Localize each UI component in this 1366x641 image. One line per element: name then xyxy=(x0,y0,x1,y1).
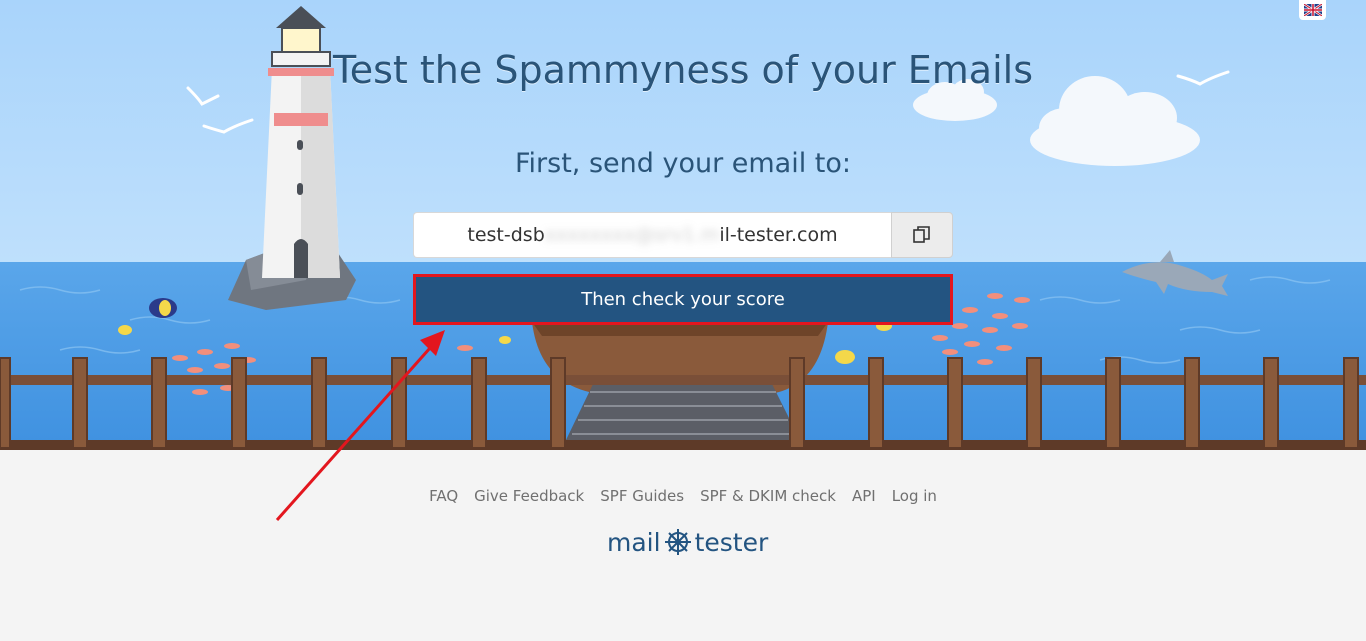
footer-nav: FAQ Give Feedback SPF Guides SPF & DKIM … xyxy=(0,487,1366,505)
email-suffix: il-tester.com xyxy=(719,224,838,246)
footer-link-feedback[interactable]: Give Feedback xyxy=(474,487,584,505)
copy-button[interactable] xyxy=(891,212,953,258)
email-redacted: xxxxxxxx@srv1.m xyxy=(544,224,720,246)
footer-link-spf-guides[interactable]: SPF Guides xyxy=(600,487,684,505)
copy-icon xyxy=(913,226,930,243)
email-prefix: test-dsb xyxy=(467,224,545,246)
footer-link-login[interactable]: Log in xyxy=(892,487,937,505)
check-score-button[interactable]: Then check your score xyxy=(413,274,953,325)
footer-link-spf-dkim[interactable]: SPF & DKIM check xyxy=(700,487,836,505)
page-title: Test the Spammyness of your Emails xyxy=(333,48,1033,92)
footer-link-faq[interactable]: FAQ xyxy=(429,487,458,505)
test-email-address[interactable]: test-dsb xxxxxxxx@srv1.m il-tester.com xyxy=(413,212,891,258)
logo-text-right: tester xyxy=(694,527,769,557)
mail-tester-logo[interactable]: mail tester xyxy=(607,526,768,558)
page-subtitle: First, send your email to: xyxy=(514,148,852,179)
logo-text-left: mail xyxy=(607,527,661,557)
language-switch[interactable] xyxy=(1299,0,1326,20)
footer-link-api[interactable]: API xyxy=(852,487,876,505)
uk-flag-icon xyxy=(1303,4,1322,16)
ships-wheel-icon xyxy=(664,529,691,555)
